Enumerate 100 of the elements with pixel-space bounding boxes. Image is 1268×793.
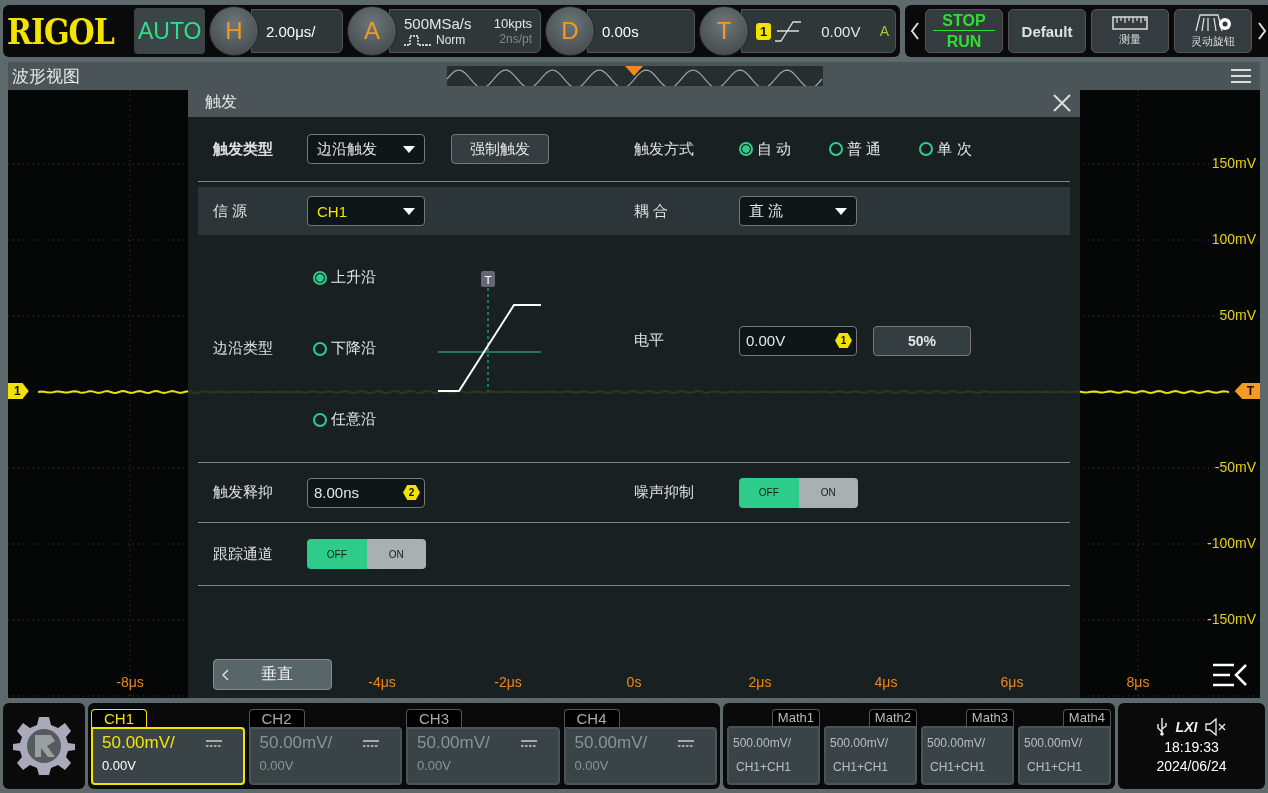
math-card[interactable]: 500.00mV/ CH1+CH1	[921, 726, 1014, 785]
clock-date: 2024/06/24	[1156, 758, 1227, 774]
x-axis-label: 0s	[625, 674, 643, 690]
close-icon[interactable]	[1052, 92, 1072, 113]
vertical-back-button[interactable]: 垂直	[213, 659, 332, 690]
coupling-dropdown[interactable]: 直 流	[739, 196, 857, 226]
usb-icon	[1155, 718, 1168, 736]
y-axis-label: -150mV	[1206, 611, 1256, 627]
x-axis-label: 8μs	[1125, 674, 1151, 690]
channel-offset: 0.00V	[259, 758, 295, 773]
menu-icon[interactable]	[1230, 69, 1252, 83]
knob-badge: 2	[403, 485, 420, 500]
measure-button[interactable]: 测量	[1091, 9, 1169, 53]
dc-coupling-icon	[205, 739, 222, 747]
field-label: 边沿类型	[213, 339, 274, 358]
field-label: 触发方式	[634, 139, 695, 159]
knob-button[interactable]: 灵动旋钮	[1174, 9, 1252, 53]
field-label: 触发类型	[213, 139, 274, 159]
knob-gear-icon	[1193, 13, 1233, 32]
field-label: 电平	[634, 331, 665, 350]
channel-name: CH1	[91, 709, 147, 727]
y-axis-label: 100mV	[1211, 231, 1256, 247]
x-axis-label: -8μs	[115, 674, 145, 690]
trigger-position-icon	[625, 66, 643, 76]
y-axis-label: 150mV	[1211, 155, 1256, 171]
sweep-radio[interactable]: 普 通	[829, 139, 882, 159]
force-trigger-button[interactable]: 强制触发	[451, 134, 549, 164]
acquire-panel[interactable]: 500MSa/s Norm 10kpts 2ns/pt	[389, 9, 541, 53]
gear-logo-icon[interactable]	[13, 715, 75, 777]
field-label: 信 源	[213, 201, 249, 221]
caret-icon	[403, 207, 415, 215]
math-source: CH1+CH1	[929, 760, 987, 774]
math-name: Math1	[771, 709, 820, 726]
math-name: Math3	[965, 709, 1014, 726]
x-axis-label: 2μs	[747, 674, 773, 690]
channel-scale: 50.00mV/	[102, 733, 175, 753]
auto-button[interactable]: AUTO	[134, 8, 205, 54]
channel-scale: 50.00mV/	[574, 733, 648, 753]
channel-offset: 0.00V	[102, 758, 137, 773]
channel-scale: 50.00mV/	[417, 733, 490, 753]
slope-radio[interactable]: 下降沿	[313, 339, 376, 358]
chevron-left-icon[interactable]	[910, 21, 920, 41]
x-axis-label: 6μs	[999, 674, 1025, 690]
resolution: 2ns/pt	[499, 32, 532, 46]
timebase-panel[interactable]: 2.00μs/	[251, 9, 343, 53]
delay-value: 0.00s	[602, 22, 639, 40]
view-title: 波形视图	[11, 65, 80, 88]
channel-offset: 0.00V	[574, 758, 610, 773]
math-card[interactable]: 500.00mV/ CH1+CH1	[824, 726, 917, 785]
collapse-menu-icon[interactable]	[1212, 662, 1248, 688]
math-source: CH1+CH1	[832, 760, 890, 774]
dc-coupling-icon	[363, 739, 379, 747]
x-axis-label: 4μs	[873, 674, 899, 690]
y-axis-label: 50mV	[1219, 307, 1256, 323]
clock-time: 18:19:33	[1164, 739, 1219, 755]
math-scale: 500.00mV/	[733, 736, 793, 750]
pulse-icon	[404, 34, 432, 46]
dc-coupling-icon	[678, 739, 694, 747]
trigger-level-marker[interactable]: T	[1234, 383, 1260, 399]
slope-radio[interactable]: 任意沿	[313, 410, 376, 429]
stop-run-button[interactable]: STOP RUN	[925, 9, 1003, 53]
channel-offset: 0.00V	[417, 758, 452, 773]
trigger-type-dropdown[interactable]: 边沿触发	[307, 134, 425, 164]
default-button[interactable]: Default	[1008, 9, 1086, 53]
x-axis-label: -2μs	[493, 674, 523, 690]
delay-panel[interactable]: 0.00s	[587, 9, 695, 53]
fifty-percent-button[interactable]: 50%	[873, 325, 971, 356]
holdoff-field[interactable]: 8.00ns 2	[307, 477, 425, 508]
math-scale: 500.00mV/	[927, 736, 987, 750]
trigger-panel[interactable]: 1 0.00V A	[741, 9, 896, 53]
chevron-left-icon	[222, 668, 230, 681]
math-source: CH1+CH1	[1026, 760, 1084, 774]
math-card[interactable]: 500.00mV/ CH1+CH1	[1018, 726, 1111, 785]
source-badge: 1	[756, 22, 772, 40]
speaker-muted-icon[interactable]	[1205, 718, 1228, 736]
field-label: 触发释抑	[213, 483, 274, 502]
channel-name: CH2	[248, 709, 305, 727]
channel-marker[interactable]: 1	[8, 383, 29, 399]
caret-icon	[835, 207, 847, 215]
math-scale: 500.00mV/	[830, 736, 890, 750]
chevron-right-icon[interactable]	[1257, 21, 1267, 41]
rigol-logo: RIGOL	[7, 10, 116, 52]
acquire-mode: Norm	[436, 33, 466, 47]
dialog-title: 触发	[205, 92, 237, 112]
timebase-value: 2.00μs/	[266, 22, 316, 40]
math-card[interactable]: 500.00mV/ CH1+CH1	[727, 726, 820, 785]
channel-name: CH4	[563, 709, 620, 727]
channel-name: CH3	[406, 709, 462, 727]
channel-scale: 50.00mV/	[259, 733, 333, 753]
y-axis-label: -50mV	[1214, 459, 1256, 475]
y-axis-label: -100mV	[1206, 535, 1256, 551]
level-field[interactable]: 0.00V 1	[739, 325, 857, 356]
slope-radio[interactable]: 上升沿	[313, 268, 376, 287]
sweep-radio[interactable]: 单 次	[919, 139, 972, 159]
field-label: 跟踪通道	[213, 544, 274, 564]
source-dropdown[interactable]: CH1	[307, 196, 425, 226]
math-name: Math2	[868, 709, 917, 726]
sweep-radio[interactable]: 自 动	[739, 139, 792, 159]
sample-rate: 500MSa/s	[404, 15, 472, 32]
field-label: 耦 合	[634, 201, 670, 221]
